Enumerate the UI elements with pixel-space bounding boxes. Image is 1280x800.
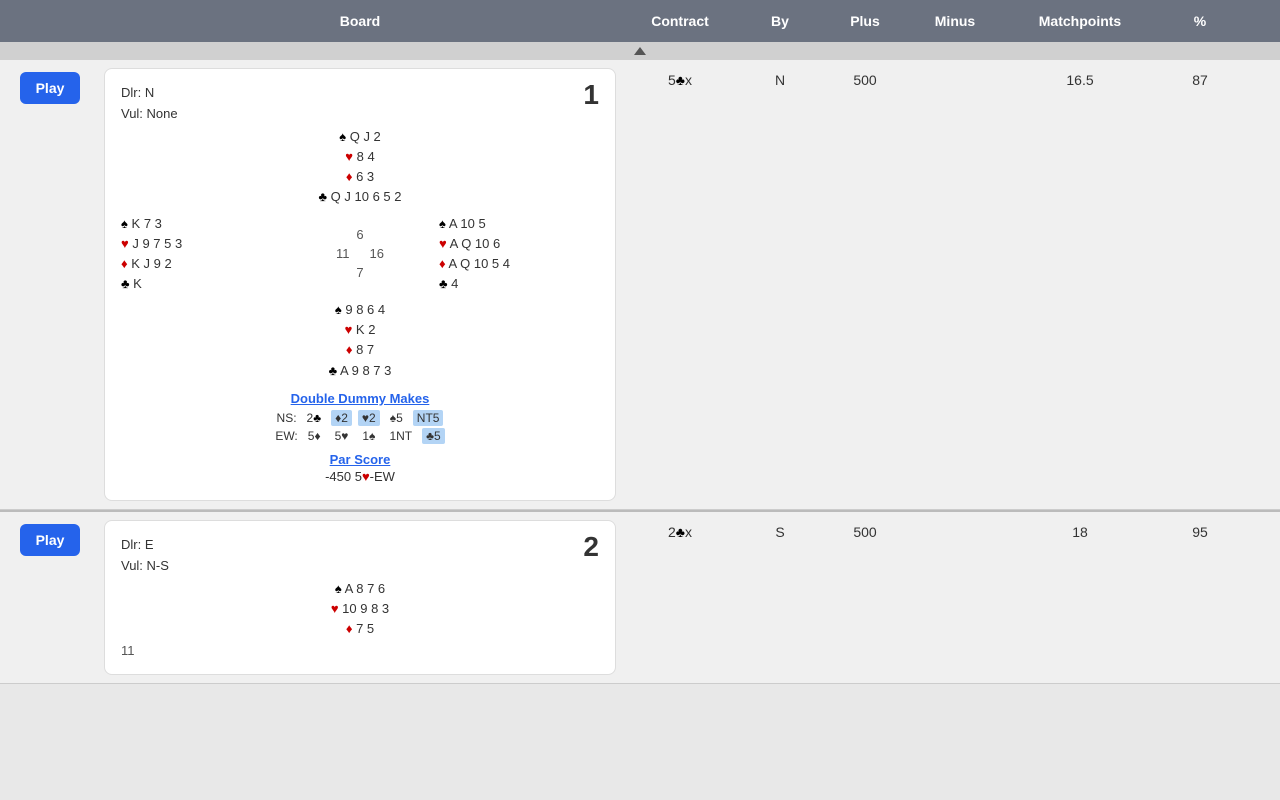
header-matchpoints: Matchpoints — [1000, 13, 1160, 29]
board-card-1: 1 Dlr: N Vul: None Q J 2 8 4 6 3 Q J 10 … — [100, 60, 620, 509]
board-dealer-1: Dlr: N — [121, 85, 599, 100]
south-clubs: A 9 8 7 3 — [121, 361, 599, 381]
board-vul-2: Vul: N-S — [121, 558, 599, 573]
ddm-section-1: Double Dummy Makes NS: 2 ♦2 ♥2 ♠5 NT5 EW… — [121, 391, 599, 444]
play-button-1[interactable]: Play — [20, 72, 81, 104]
table-row: Play 1 Dlr: N Vul: None Q J 2 8 4 6 3 Q … — [0, 60, 1280, 510]
table-row: Play 2 Dlr: E Vul: N-S A 8 7 6 10 9 8 3 … — [0, 510, 1280, 684]
board-vul-1: Vul: None — [121, 106, 599, 121]
header-minus: Minus — [910, 13, 1000, 29]
par-section-1: Par Score -450 5♥-EW — [121, 452, 599, 484]
header-contract: Contract — [620, 13, 740, 29]
north-diamonds: 6 3 — [121, 167, 599, 187]
contract-1: 5♣x — [620, 60, 740, 100]
minus-1 — [910, 60, 1000, 84]
hcp-center: 6 11 16 7 — [281, 227, 439, 280]
west-hand: K 7 3 J 9 7 5 3 K J 9 2 K — [121, 214, 281, 295]
pct-2: 95 — [1160, 512, 1240, 552]
scroll-up-button[interactable] — [0, 42, 1280, 60]
play-button-2[interactable]: Play — [20, 524, 81, 556]
north2-hearts: 10 9 8 3 — [121, 599, 599, 619]
by-1: N — [740, 60, 820, 100]
south-diamonds: 8 7 — [121, 340, 599, 360]
by-2: S — [740, 512, 820, 552]
east-hand: A 10 5 A Q 10 6 A Q 10 5 4 4 — [439, 214, 599, 295]
plus-1: 500 — [820, 60, 910, 100]
par-value-1: -450 5♥-EW — [121, 469, 599, 484]
matchpoints-2: 18 — [1000, 512, 1160, 552]
board-dealer-2: Dlr: E — [121, 537, 599, 552]
ddm-title-1[interactable]: Double Dummy Makes — [121, 391, 599, 406]
hcp-n2: 11 — [121, 643, 599, 658]
north2-diamonds: 7 5 — [121, 619, 599, 639]
board-card-2: 2 Dlr: E Vul: N-S A 8 7 6 10 9 8 3 7 5 1… — [100, 512, 620, 683]
ddm-table-1: NS: 2 ♦2 ♥2 ♠5 NT5 EW: 5♦ 5♥ 1♠ 1NT ♣5 — [121, 410, 599, 444]
play-cell-1: Play — [0, 60, 100, 116]
minus-2 — [910, 512, 1000, 536]
play-cell-2: Play — [0, 512, 100, 568]
north-spades: Q J 2 — [121, 127, 599, 147]
north2-spades: A 8 7 6 — [121, 579, 599, 599]
header-pct: % — [1160, 13, 1240, 29]
table-header: Board Contract By Plus Minus Matchpoints… — [0, 0, 1280, 42]
matchpoints-1: 16.5 — [1000, 60, 1160, 100]
board-number-1: 1 — [583, 79, 599, 111]
north-clubs: Q J 10 6 5 2 — [121, 187, 599, 207]
header-by: By — [740, 13, 820, 29]
header-board: Board — [100, 13, 620, 29]
north-hearts: 8 4 — [121, 147, 599, 167]
header-plus: Plus — [820, 13, 910, 29]
south-spades: 9 8 6 4 — [121, 300, 599, 320]
contract-2: 2♣x — [620, 512, 740, 552]
par-title-1[interactable]: Par Score — [121, 452, 599, 467]
pct-1: 87 — [1160, 60, 1240, 100]
plus-2: 500 — [820, 512, 910, 552]
south-hearts: K 2 — [121, 320, 599, 340]
board-number-2: 2 — [583, 531, 599, 563]
